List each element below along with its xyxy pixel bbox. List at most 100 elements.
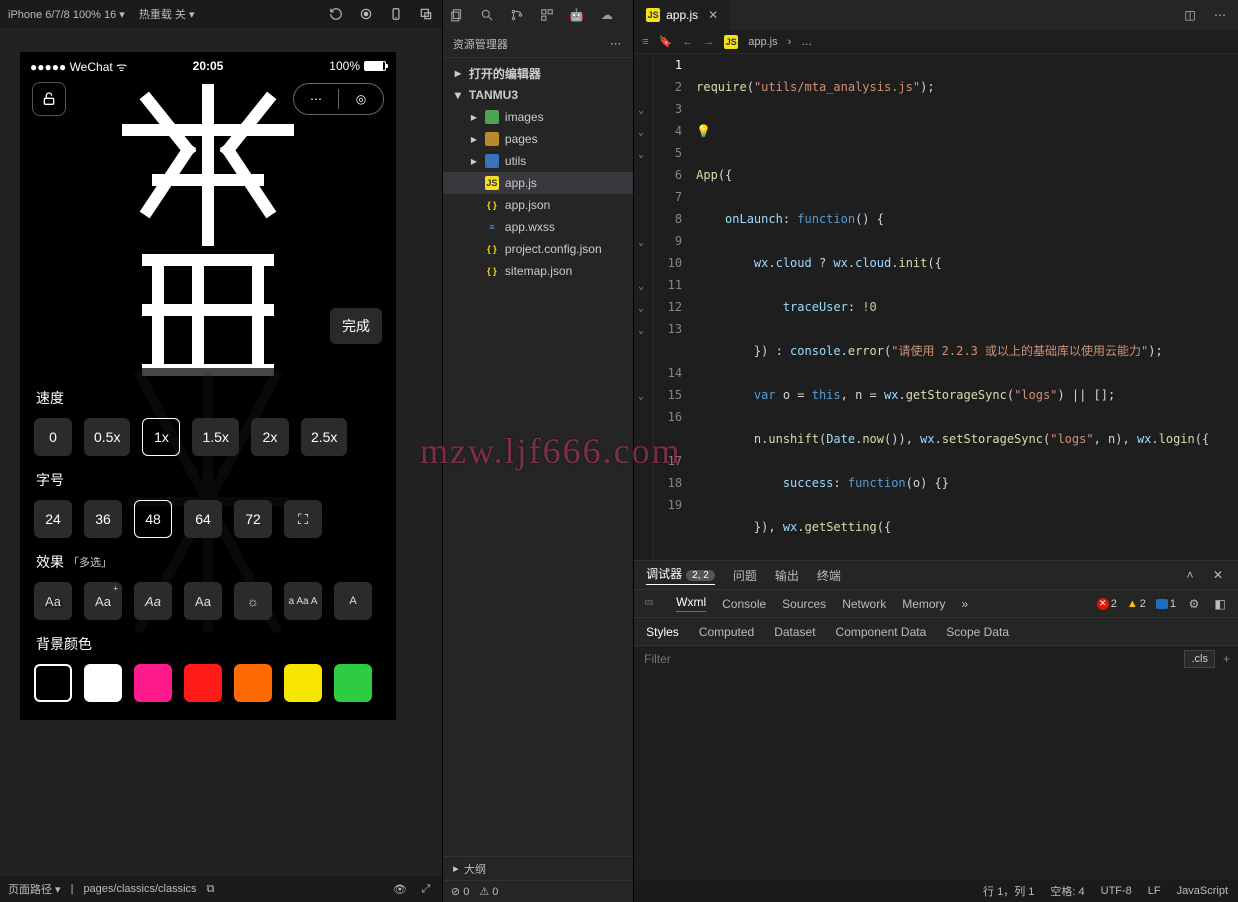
tab-debugger[interactable]: 调试器2, 2 (646, 565, 715, 585)
effect-brightness-icon[interactable]: ☼ (234, 582, 272, 620)
lightbulb-icon[interactable]: 💡 (696, 124, 711, 138)
color-green[interactable] (334, 664, 372, 702)
font-48[interactable]: 48 (134, 500, 172, 538)
more-icon[interactable]: ⋯ (1212, 7, 1228, 23)
outline-section[interactable]: ▸ 大纲 (443, 856, 633, 880)
effect-sparkle[interactable]: Aa+ (84, 582, 122, 620)
nav-fwd-icon[interactable]: → (703, 36, 714, 48)
more-icon[interactable]: ⋯ (610, 37, 623, 50)
font-64[interactable]: 64 (184, 500, 222, 538)
page-path-value[interactable]: pages/classics/classics (83, 883, 196, 895)
color-magenta[interactable] (134, 664, 172, 702)
device-screen[interactable]: ●●●●● WeChat ᯤ 20:05 100% ⋯ ◎ (20, 52, 396, 720)
list-icon[interactable]: ≡ (642, 36, 648, 48)
effect-italic[interactable]: Aa (134, 582, 172, 620)
element-picker-icon[interactable]: ⮹ (644, 596, 660, 611)
language-mode[interactable]: JavaScript (1177, 885, 1228, 897)
hot-reload-toggle[interactable]: 热重载 关 ▾ (139, 6, 195, 22)
git-icon[interactable] (509, 7, 525, 23)
subtab-component[interactable]: Component Data (836, 625, 927, 639)
warnings-count[interactable]: ⚠ 0 (479, 885, 498, 898)
color-white[interactable] (84, 664, 122, 702)
font-24[interactable]: 24 (34, 500, 72, 538)
subtab-scope[interactable]: Scope Data (946, 625, 1009, 639)
folder-images[interactable]: ▸images (443, 106, 633, 128)
devtab-wxml[interactable]: Wxml (676, 595, 706, 612)
mini-program-capsule[interactable]: ⋯ ◎ (293, 83, 384, 115)
color-orange[interactable] (234, 664, 272, 702)
cursor-pos[interactable]: 行 1，列 1 (983, 883, 1034, 899)
font-36[interactable]: 36 (84, 500, 122, 538)
popout-icon[interactable] (418, 6, 434, 22)
effect-scroll[interactable]: a Aa A (284, 582, 322, 620)
devtab-sources[interactable]: Sources (782, 597, 826, 611)
subtab-computed[interactable]: Computed (699, 625, 754, 639)
encoding[interactable]: UTF-8 (1101, 885, 1132, 897)
expand-icon[interactable]: ⤢ (418, 881, 434, 897)
subtab-dataset[interactable]: Dataset (774, 625, 815, 639)
open-editors-section[interactable]: ▸打开的编辑器 (443, 62, 633, 84)
speed-2x[interactable]: 2x (251, 418, 289, 456)
split-icon[interactable]: ◫ (1182, 7, 1198, 23)
bookmark-icon[interactable]: 🔖 (659, 35, 673, 48)
folder-pages[interactable]: ▸pages (443, 128, 633, 150)
speed-2-5x[interactable]: 2.5x (301, 418, 347, 456)
filter-input[interactable] (634, 652, 1184, 666)
devtab-overflow-icon[interactable]: » (962, 597, 969, 611)
subtab-styles[interactable]: Styles (646, 625, 679, 639)
device-selector[interactable]: iPhone 6/7/8 100% 16 ▾ (8, 8, 125, 21)
chevron-up-icon[interactable]: ˄ (1182, 567, 1198, 583)
cloud-icon[interactable]: ☁ (599, 7, 615, 23)
speed-1-5x[interactable]: 1.5x (192, 418, 238, 456)
speed-0[interactable]: 0 (34, 418, 72, 456)
target-icon[interactable]: ◎ (339, 92, 383, 106)
file-app-js[interactable]: JSapp.js (443, 172, 633, 194)
styles-body[interactable] (634, 671, 1238, 880)
devtab-console[interactable]: Console (722, 597, 766, 611)
code-editor[interactable]: ⌄ ⌄ ⌄ ⌄ ⌄ ⌄ ⌄ ⌄ 123456789101112131415161… (634, 54, 1238, 560)
dock-icon[interactable]: ◧ (1212, 596, 1228, 612)
add-rule-icon[interactable]: + (1215, 652, 1238, 666)
tab-output[interactable]: 输出 (775, 567, 799, 584)
font-72[interactable]: 72 (234, 500, 272, 538)
refresh-icon[interactable] (328, 6, 344, 22)
cls-toggle[interactable]: .cls (1184, 650, 1215, 668)
code-body[interactable]: require("utils/mta_analysis.js"); 💡 App(… (692, 54, 1238, 560)
tab-app-js[interactable]: JSapp.js✕ (634, 0, 730, 30)
project-root[interactable]: ▾TANMU3 (443, 84, 633, 106)
phone-icon[interactable] (388, 6, 404, 22)
folder-utils[interactable]: ▸utils (443, 150, 633, 172)
effect-plain[interactable]: Aa (184, 582, 222, 620)
devtab-memory[interactable]: Memory (902, 597, 945, 611)
effect-shadow[interactable]: Aa (34, 582, 72, 620)
more-icon[interactable]: ⋯ (294, 92, 338, 106)
devtab-network[interactable]: Network (842, 597, 886, 611)
color-black[interactable] (34, 664, 72, 702)
color-yellow[interactable] (284, 664, 322, 702)
robot-icon[interactable]: 🤖 (569, 7, 585, 23)
unlock-button[interactable] (32, 82, 66, 116)
record-icon[interactable] (358, 6, 374, 22)
nav-back-icon[interactable]: ← (682, 36, 693, 48)
close-icon[interactable]: ✕ (708, 8, 718, 22)
tab-problems[interactable]: 问题 (733, 567, 757, 584)
tab-terminal[interactable]: 终端 (817, 567, 841, 584)
info-count[interactable]: 1 (1156, 598, 1176, 610)
error-count[interactable]: ✕2 (1097, 598, 1117, 610)
file-sitemap[interactable]: { }sitemap.json (443, 260, 633, 282)
close-panel-icon[interactable]: ✕ (1210, 567, 1226, 583)
page-path-label[interactable]: 页面路径 ▾ (8, 881, 61, 897)
crumb-more[interactable]: … (801, 36, 812, 48)
crumb-file[interactable]: app.js (748, 36, 777, 48)
effect-more[interactable]: A (334, 582, 372, 620)
eol[interactable]: LF (1148, 885, 1161, 897)
done-button[interactable]: 完成 (330, 308, 382, 344)
speed-1x[interactable]: 1x (142, 418, 180, 456)
file-app-json[interactable]: { }app.json (443, 194, 633, 216)
eye-icon[interactable]: 👁 (392, 881, 408, 897)
color-red[interactable] (184, 664, 222, 702)
search-icon[interactable] (479, 7, 495, 23)
warning-count[interactable]: ▲2 (1127, 598, 1146, 610)
copy-icon[interactable]: ⧉ (207, 883, 215, 896)
errors-count[interactable]: ⊘ 0 (451, 885, 469, 898)
